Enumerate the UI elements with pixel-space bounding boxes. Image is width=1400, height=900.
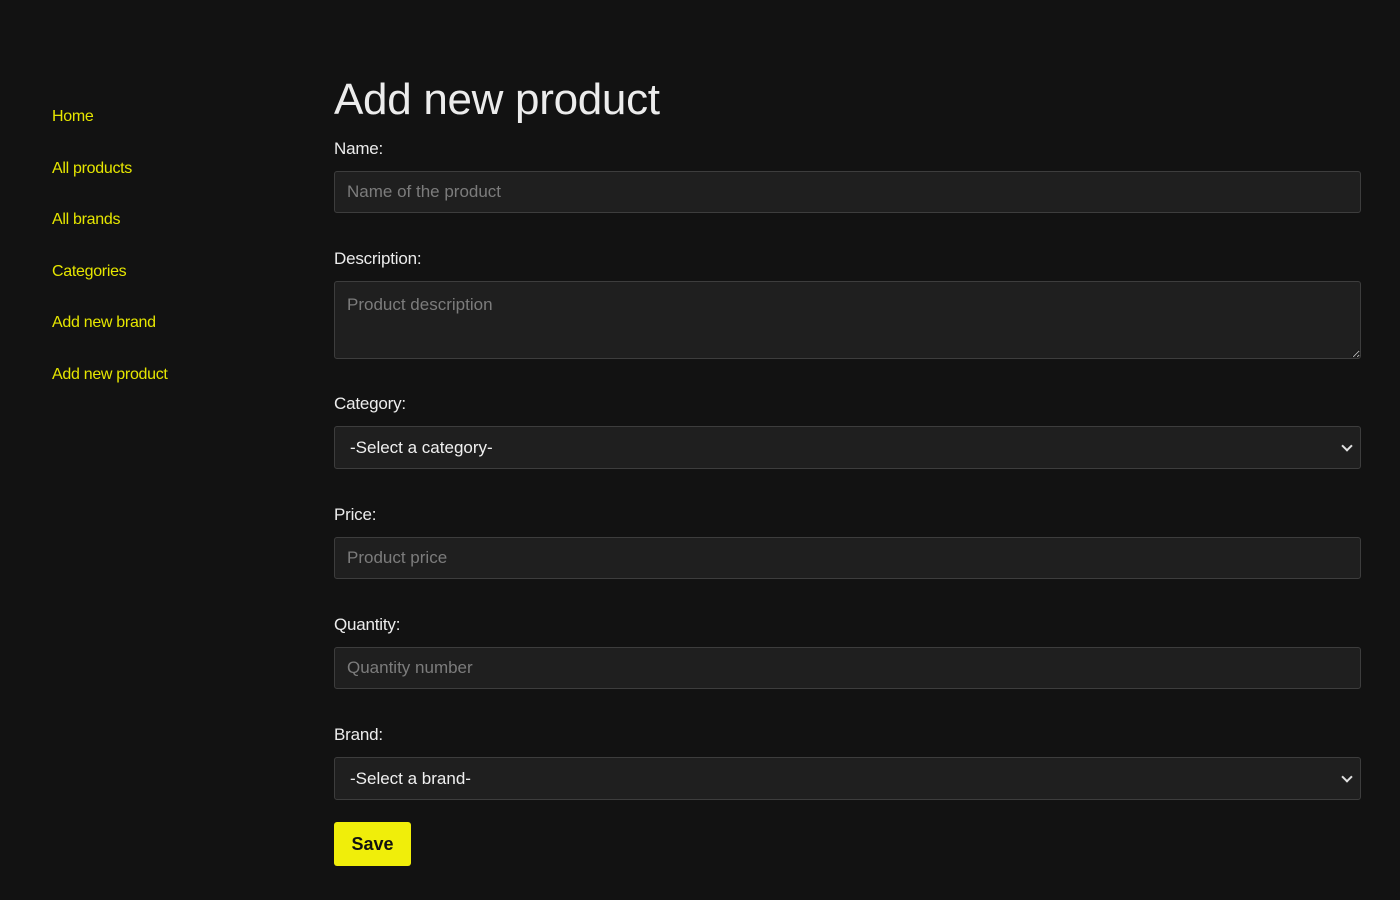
- category-select-wrapper: -Select a category-: [334, 426, 1361, 469]
- category-label: Category:: [334, 394, 406, 413]
- sidebar-item-all-products[interactable]: All products: [52, 156, 272, 208]
- sidebar-item-add-new-product[interactable]: Add new product: [52, 362, 272, 414]
- description-label: Description:: [334, 249, 422, 268]
- price-input[interactable]: [334, 537, 1361, 579]
- name-input[interactable]: [334, 171, 1361, 213]
- main-content: Add new product Name: Description: Categ…: [334, 74, 1361, 866]
- price-field-group: Price:: [334, 504, 1361, 579]
- add-product-form: Name: Description: Category: -Select a c…: [334, 138, 1361, 866]
- sidebar-item-categories[interactable]: Categories: [52, 259, 272, 311]
- name-label: Name:: [334, 139, 384, 158]
- brand-label: Brand:: [334, 725, 383, 744]
- page-title: Add new product: [334, 75, 660, 124]
- sidebar-item-home[interactable]: Home: [52, 104, 272, 156]
- name-field-group: Name:: [334, 138, 1361, 213]
- sidebar-item-add-new-brand[interactable]: Add new brand: [52, 310, 272, 362]
- price-label: Price:: [334, 505, 377, 524]
- description-field-group: Description:: [334, 248, 1361, 359]
- quantity-input[interactable]: [334, 647, 1361, 689]
- category-field-group: Category: -Select a category-: [334, 393, 1361, 469]
- brand-select[interactable]: -Select a brand-: [334, 757, 1361, 800]
- category-select[interactable]: -Select a category-: [334, 426, 1361, 469]
- quantity-field-group: Quantity:: [334, 614, 1361, 689]
- brand-field-group: Brand: -Select a brand-: [334, 724, 1361, 800]
- brand-select-wrapper: -Select a brand-: [334, 757, 1361, 800]
- description-textarea[interactable]: [334, 281, 1361, 359]
- sidebar-item-all-brands[interactable]: All brands: [52, 207, 272, 259]
- sidebar-nav: Home All products All brands Categories …: [52, 104, 272, 414]
- save-button[interactable]: Save: [334, 822, 411, 866]
- quantity-label: Quantity:: [334, 615, 401, 634]
